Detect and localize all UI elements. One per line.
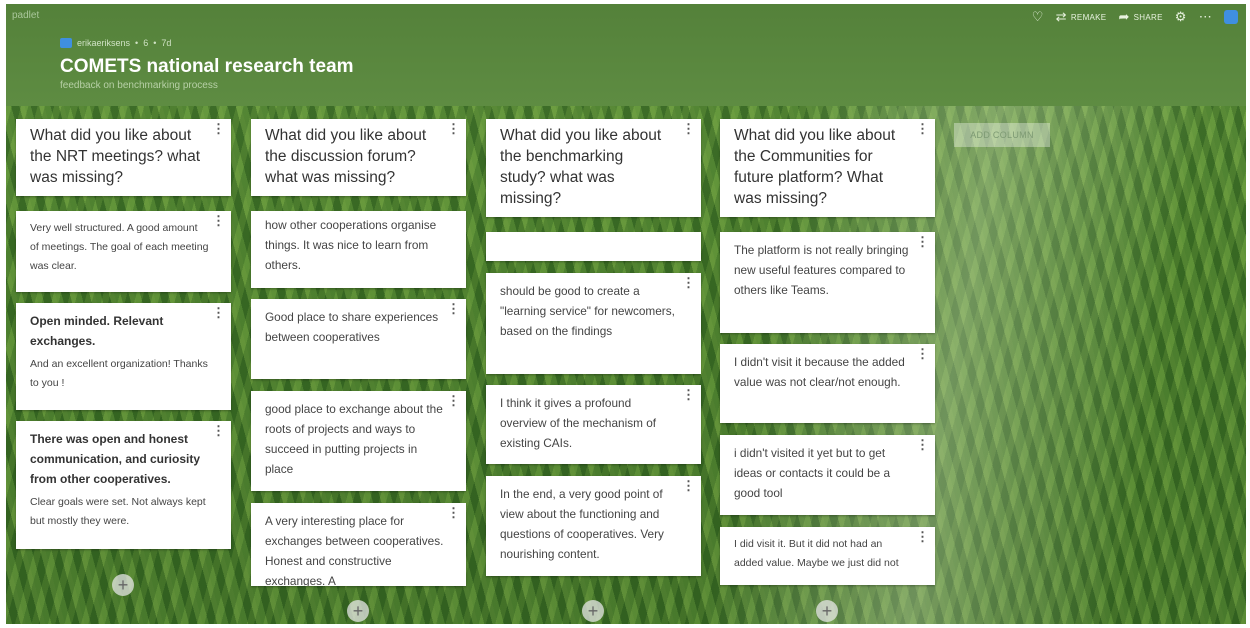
post-text: A very interesting place for exchanges b… (265, 514, 444, 586)
kebab-icon[interactable]: ⋮ (682, 276, 695, 289)
post-card[interactable] (486, 232, 701, 261)
kebab-icon[interactable]: ⋮ (212, 306, 225, 319)
post-card[interactable]: should be good to create a "learning ser… (486, 273, 701, 374)
column-header-card[interactable]: What did you like about the NRT meetings… (16, 119, 231, 196)
post-count: 6 (143, 38, 149, 48)
column-nrt-meetings: What did you like about the NRT meetings… (16, 119, 231, 619)
gear-icon[interactable]: ⚙ (1175, 10, 1187, 23)
share-button[interactable]: ➦ SHARE (1118, 9, 1163, 24)
add-post-button[interactable]: + (582, 600, 604, 622)
kebab-icon[interactable]: ⋮ (447, 122, 460, 135)
user-avatar[interactable] (1224, 10, 1238, 24)
kebab-icon[interactable]: ⋮ (682, 122, 695, 135)
share-icon: ➦ (1118, 9, 1130, 24)
kebab-icon[interactable]: ⋮ (447, 302, 460, 315)
kebab-icon[interactable]: ⋮ (916, 530, 929, 543)
kebab-icon[interactable]: ⋮ (212, 214, 225, 227)
padlet-board: padlet ♡ ⇄ REMAKE ➦ SHARE ⚙ ⋯ erikaeriks… (6, 4, 1246, 624)
post-text: In the end, a very good point of view ab… (500, 487, 664, 561)
post-title: Open minded. Relevant exchanges. (30, 314, 164, 348)
board-meta: erikaeriksens • 6 • 7d (60, 38, 171, 48)
post-card[interactable]: I think it gives a profound overview of … (486, 385, 701, 464)
kebab-icon[interactable]: ⋮ (916, 235, 929, 248)
column-benchmarking-study: What did you like about the benchmarking… (486, 119, 701, 622)
column-title: What did you like about the discussion f… (265, 127, 427, 186)
kebab-icon[interactable]: ⋮ (916, 438, 929, 451)
post-text: Very well structured. A good amount of m… (30, 222, 209, 272)
post-text: good place to exchange about the roots o… (265, 402, 443, 476)
post-card[interactable]: how other cooperations organise things. … (251, 211, 466, 288)
post-card[interactable]: The platform is not really bringing new … (720, 232, 935, 333)
kebab-icon[interactable]: ⋮ (682, 388, 695, 401)
board-age: 7d (161, 38, 172, 48)
post-text: i didn't visited it yet but to get ideas… (734, 446, 891, 500)
post-card[interactable]: I didn't visit it because the added valu… (720, 344, 935, 423)
heart-icon[interactable]: ♡ (1032, 10, 1044, 23)
kebab-icon[interactable]: ⋮ (916, 347, 929, 360)
column-title: What did you like about the Communities … (734, 127, 896, 207)
post-text: I didn't visit it because the added valu… (734, 355, 905, 389)
column-communities-platform: What did you like about the Communities … (720, 119, 935, 622)
remake-button[interactable]: ⇄ REMAKE (1055, 9, 1107, 24)
post-card[interactable]: Good place to share experiences between … (251, 299, 466, 379)
column-title: What did you like about the NRT meetings… (30, 127, 201, 186)
post-card[interactable]: A very interesting place for exchanges b… (251, 503, 466, 586)
share-label: SHARE (1133, 12, 1163, 22)
meta-dot: • (153, 38, 157, 48)
post-text: Clear goals were set. Not always kept bu… (30, 496, 206, 527)
post-text: I did visit it. But it did not had an ad… (734, 538, 899, 569)
post-text: should be good to create a "learning ser… (500, 284, 675, 338)
top-actions: ♡ ⇄ REMAKE ➦ SHARE ⚙ ⋯ (1032, 10, 1238, 24)
add-column-button[interactable]: ADD COLUMN (954, 123, 1050, 147)
add-post-button[interactable]: + (112, 574, 134, 596)
post-card[interactable]: Open minded. Relevant exchanges. And an … (16, 303, 231, 410)
board-subtitle: feedback on benchmarking process (60, 80, 218, 91)
kebab-icon[interactable]: ⋮ (447, 394, 460, 407)
column-discussion-forum: What did you like about the discussion f… (251, 119, 466, 622)
kebab-icon[interactable]: ⋮ (682, 479, 695, 492)
kebab-icon[interactable]: ⋮ (212, 122, 225, 135)
post-text: I think it gives a profound overview of … (500, 396, 657, 450)
post-card[interactable]: i didn't visited it yet but to get ideas… (720, 435, 935, 515)
column-title: What did you like about the benchmarking… (500, 127, 662, 207)
post-text: And an excellent organization! Thanks to… (30, 358, 208, 389)
post-card[interactable]: In the end, a very good point of view ab… (486, 476, 701, 576)
remake-label: REMAKE (1070, 12, 1107, 22)
post-text: how other cooperations organise things. … (265, 218, 437, 272)
author-avatar (60, 38, 72, 48)
post-title: There was open and honest communication,… (30, 432, 201, 486)
app-logo[interactable]: padlet (12, 10, 39, 21)
board-title: COMETS national research team (60, 56, 354, 77)
kebab-icon[interactable]: ⋮ (916, 122, 929, 135)
post-card[interactable]: Very well structured. A good amount of m… (16, 211, 231, 292)
kebab-icon[interactable]: ⋮ (212, 424, 225, 437)
post-card[interactable]: good place to exchange about the roots o… (251, 391, 466, 491)
column-header-card[interactable]: What did you like about the benchmarking… (486, 119, 701, 217)
board-header: padlet ♡ ⇄ REMAKE ➦ SHARE ⚙ ⋯ erikaeriks… (6, 4, 1246, 106)
column-header-card[interactable]: What did you like about the discussion f… (251, 119, 466, 196)
post-card[interactable]: There was open and honest communication,… (16, 421, 231, 549)
add-post-button[interactable]: + (816, 600, 838, 622)
post-text: The platform is not really bringing new … (734, 243, 909, 297)
meta-dot: • (135, 38, 139, 48)
remake-icon: ⇄ (1055, 9, 1067, 24)
add-post-button[interactable]: + (347, 600, 369, 622)
post-text: Good place to share experiences between … (265, 310, 439, 344)
author-name[interactable]: erikaeriksens (77, 38, 130, 48)
post-card[interactable]: I did visit it. But it did not had an ad… (720, 527, 935, 585)
kebab-icon[interactable]: ⋮ (447, 506, 460, 519)
more-icon[interactable]: ⋯ (1199, 10, 1212, 23)
column-header-card[interactable]: What did you like about the Communities … (720, 119, 935, 217)
